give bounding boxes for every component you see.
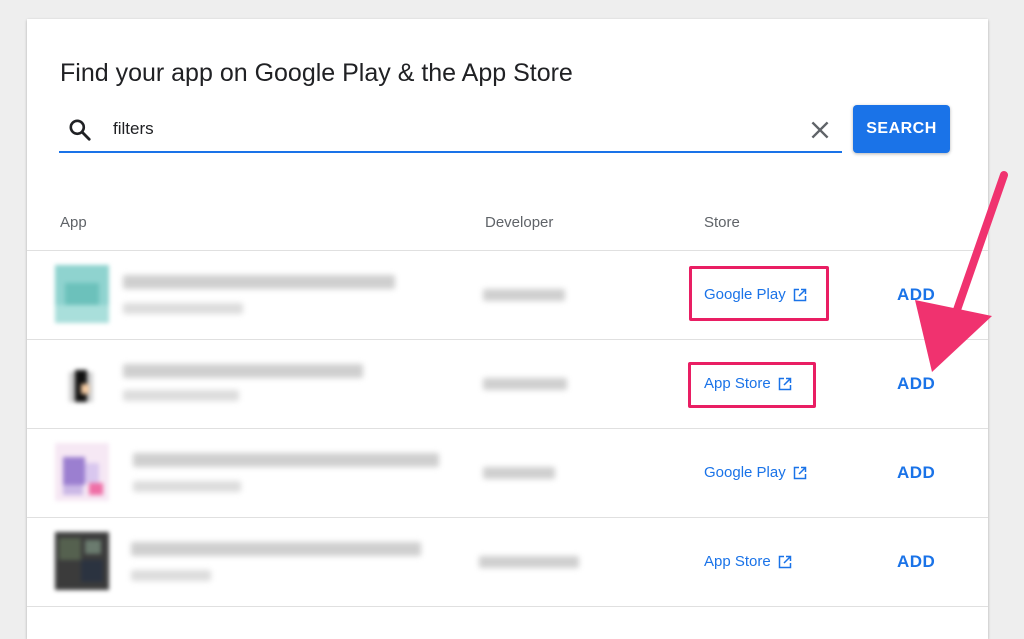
app-name <box>133 453 439 467</box>
table-row: Google Play ADD <box>27 251 988 339</box>
search-icon <box>69 119 91 141</box>
column-header-app: App <box>60 214 87 231</box>
search-input[interactable] <box>113 117 773 141</box>
close-icon[interactable] <box>807 117 833 143</box>
external-link-icon <box>778 555 791 568</box>
app-subtitle <box>123 390 239 401</box>
add-button[interactable]: ADD <box>897 285 935 305</box>
search-button[interactable]: SEARCH <box>853 105 950 153</box>
divider <box>27 606 988 607</box>
add-button[interactable]: ADD <box>897 374 935 394</box>
highlight-box <box>689 266 829 321</box>
app-name <box>123 364 363 378</box>
app-icon <box>55 532 109 590</box>
app-subtitle <box>133 481 241 492</box>
table-row: App Store ADD <box>27 518 988 606</box>
store-link-label: Google Play <box>704 464 786 481</box>
app-icon <box>55 265 109 323</box>
table-row: Google Play ADD <box>27 429 988 517</box>
highlight-box <box>688 362 816 408</box>
table-row: App Store ADD <box>27 340 988 428</box>
store-link[interactable]: App Store <box>704 553 792 570</box>
store-link-label: App Store <box>704 553 771 570</box>
app-search-card: Find your app on Google Play & the App S… <box>27 19 988 639</box>
store-link[interactable]: Google Play <box>704 464 807 481</box>
search-field[interactable] <box>59 109 842 153</box>
app-name <box>123 275 395 289</box>
developer-name <box>483 467 555 479</box>
external-link-icon <box>793 466 806 479</box>
developer-name <box>479 556 579 568</box>
app-icon <box>55 443 109 501</box>
add-button[interactable]: ADD <box>897 552 935 572</box>
app-subtitle <box>131 570 211 581</box>
app-icon <box>55 354 109 412</box>
app-subtitle <box>123 303 243 314</box>
developer-name <box>483 378 567 390</box>
column-header-store: Store <box>704 214 740 231</box>
app-name <box>131 542 421 556</box>
add-button[interactable]: ADD <box>897 463 935 483</box>
column-header-developer: Developer <box>485 214 554 231</box>
developer-name <box>483 289 565 301</box>
page-title: Find your app on Google Play & the App S… <box>60 59 573 87</box>
